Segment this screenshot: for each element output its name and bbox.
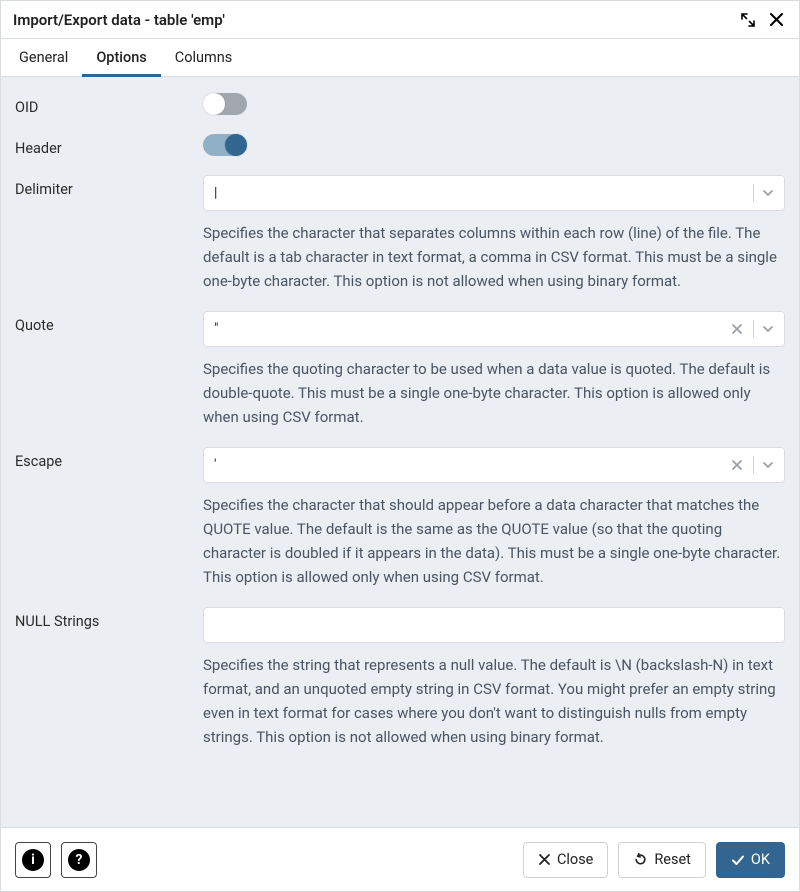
oid-toggle[interactable] [203, 93, 247, 115]
tab-general[interactable]: General [5, 39, 82, 76]
delimiter-help: Specifies the character that separates c… [203, 221, 785, 293]
tab-options[interactable]: Options [82, 39, 160, 76]
help-button[interactable]: ? [61, 842, 97, 878]
reset-button-label: Reset [654, 851, 691, 868]
close-icon[interactable] [765, 9, 787, 31]
escape-value: ' [214, 457, 729, 473]
options-panel: OID Header Delimiter | Specifie [1, 77, 799, 827]
tabs: General Options Columns [1, 39, 799, 77]
footer: i ? Close Reset OK [1, 827, 799, 891]
null-strings-label: NULL Strings [15, 607, 203, 630]
quote-value: " [214, 321, 729, 337]
expand-icon[interactable] [737, 9, 759, 31]
quote-select[interactable]: " [203, 311, 785, 347]
reset-button[interactable]: Reset [618, 842, 706, 878]
chevron-down-icon[interactable] [762, 323, 774, 335]
reset-icon [633, 852, 648, 867]
oid-label: OID [15, 93, 203, 116]
clear-icon[interactable] [729, 323, 745, 335]
info-button[interactable]: i [15, 842, 51, 878]
close-button[interactable]: Close [523, 842, 608, 878]
chevron-down-icon[interactable] [762, 187, 774, 199]
import-export-dialog: Import/Export data - table 'emp' General… [0, 0, 800, 892]
quote-help: Specifies the quoting character to be us… [203, 357, 785, 429]
quote-label: Quote [15, 311, 203, 334]
titlebar: Import/Export data - table 'emp' [1, 1, 799, 39]
escape-select[interactable]: ' [203, 447, 785, 483]
delimiter-label: Delimiter [15, 175, 203, 198]
close-button-label: Close [557, 851, 593, 868]
x-icon [538, 853, 551, 866]
header-label: Header [15, 134, 203, 157]
null-strings-input[interactable] [203, 607, 785, 643]
ok-button[interactable]: OK [716, 842, 785, 878]
info-icon: i [22, 849, 44, 871]
chevron-down-icon[interactable] [762, 459, 774, 471]
escape-help: Specifies the character that should appe… [203, 493, 785, 589]
delimiter-select[interactable]: | [203, 175, 785, 211]
clear-icon[interactable] [729, 459, 745, 471]
delimiter-value: | [214, 185, 745, 201]
escape-label: Escape [15, 447, 203, 470]
ok-button-label: OK [751, 851, 770, 868]
null-strings-help: Specifies the string that represents a n… [203, 653, 785, 749]
help-icon: ? [68, 849, 90, 871]
header-toggle[interactable] [203, 134, 247, 156]
tab-columns[interactable]: Columns [161, 39, 246, 76]
check-icon [731, 853, 745, 867]
dialog-title: Import/Export data - table 'emp' [13, 11, 731, 29]
